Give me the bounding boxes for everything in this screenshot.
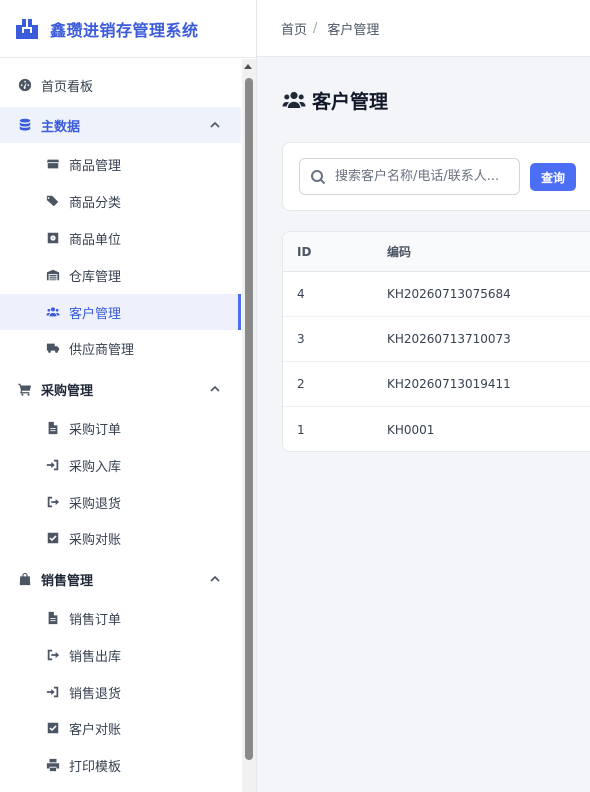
scrollbar-thumb[interactable]: [245, 78, 253, 760]
sidebar-item-units[interactable]: 商品单位: [0, 220, 241, 256]
sidebar-item-label: 采购管理: [41, 383, 94, 399]
sidebar-item-products[interactable]: 商品管理: [0, 146, 241, 182]
sidebar-item-label: 客户对账: [69, 722, 122, 738]
sidebar-item-label: 采购对账: [69, 532, 122, 548]
page-title: 客户管理: [282, 86, 388, 114]
sidebar-item-label: 商品单位: [69, 232, 122, 248]
sidebar-item-sales-orders[interactable]: 销售订单: [0, 600, 241, 636]
sidebar-group-master-data[interactable]: 主数据: [0, 107, 241, 143]
sidebar-item-label: 销售订单: [69, 612, 122, 628]
sidebar-nav: 首页看板 主数据 商品管理 商品分类 商品单位 仓库管理 客户管理 供应商管理 …: [0, 59, 241, 792]
sidebar-item-purchase-returns[interactable]: 采购退货: [0, 484, 241, 520]
check-square-icon: [45, 720, 61, 736]
breadcrumb-separator: /: [313, 20, 318, 36]
sidebar-item-label: 采购退货: [69, 496, 122, 512]
sidebar-item-label: 销售退货: [69, 686, 122, 702]
chevron-up-icon[interactable]: [209, 119, 221, 131]
app-title: 鑫瓒进销存管理系统: [50, 20, 199, 40]
sidebar: 鑫瓒进销存管理系统 首页看板 主数据 商品管理 商品分类 商品单位 仓库管理 客…: [0, 0, 257, 792]
box-icon: [45, 156, 61, 172]
sidebar-item-label: 主数据: [41, 119, 81, 135]
sidebar-item-purchase-orders[interactable]: 采购订单: [0, 410, 241, 446]
column-header-code[interactable]: 编码: [387, 232, 411, 271]
sidebar-item-categories[interactable]: 商品分类: [0, 183, 241, 219]
table-header: ID 编码: [283, 232, 590, 272]
sidebar-item-label: 销售出库: [69, 649, 122, 665]
cell-code: KH20260713019411: [387, 377, 511, 391]
sidebar-item-label: 销售管理: [41, 573, 94, 589]
brand[interactable]: 鑫瓒进销存管理系统: [0, 0, 256, 58]
cell-code: KH20260713075684: [387, 287, 511, 301]
sidebar-item-label: 打印模板: [69, 759, 122, 775]
page-title-text: 客户管理: [312, 90, 389, 113]
chevron-up-icon[interactable]: [209, 573, 221, 585]
customer-table: ID 编码 4 KH20260713075684 3 KH20260713710…: [282, 231, 590, 452]
database-icon: [17, 117, 33, 133]
sidebar-item-suppliers[interactable]: 供应商管理: [0, 330, 241, 366]
breadcrumb-current: 客户管理: [327, 22, 380, 38]
table-row[interactable]: 4 KH20260713075684: [283, 272, 590, 317]
dashboard-icon: [17, 77, 33, 93]
sidebar-item-purchase-inbound[interactable]: 采购入库: [0, 447, 241, 483]
sign-in-icon: [45, 457, 61, 473]
cell-id: 2: [297, 377, 305, 391]
sidebar-item-purchase-reconciliation[interactable]: 采购对账: [0, 520, 241, 556]
sidebar-item-label: 商品管理: [69, 158, 122, 174]
sidebar-item-label: 仓库管理: [69, 269, 122, 285]
cell-code: KH0001: [387, 422, 435, 437]
search-input[interactable]: [335, 169, 515, 184]
scale-icon: [45, 230, 61, 246]
sidebar-item-label: 首页看板: [41, 79, 94, 95]
users-icon: [282, 91, 306, 108]
sidebar-item-label: 采购入库: [69, 459, 122, 475]
print-icon: [45, 757, 61, 773]
file-icon: [45, 420, 61, 436]
cell-id: 1: [297, 422, 305, 437]
breadcrumb-home-link[interactable]: 首页: [281, 19, 307, 38]
search-card: 查询: [282, 142, 590, 211]
tags-icon: [45, 193, 61, 209]
check-square-icon: [45, 530, 61, 546]
sidebar-item-customer-reconciliation[interactable]: 客户对账: [0, 710, 241, 746]
sidebar-item-label: 采购订单: [69, 422, 122, 438]
file-icon: [45, 610, 61, 626]
query-button[interactable]: 查询: [530, 163, 576, 191]
sidebar-group-purchase[interactable]: 采购管理: [0, 371, 241, 407]
sidebar-item-label: 供应商管理: [69, 342, 135, 358]
bag-icon: [17, 571, 33, 587]
sign-out-icon: [45, 647, 61, 663]
sidebar-group-sales[interactable]: 销售管理: [0, 561, 241, 597]
sign-in-icon: [45, 684, 61, 700]
sidebar-item-label: 客户管理: [69, 306, 122, 322]
sidebar-item-customers[interactable]: 客户管理: [0, 294, 241, 330]
cell-code: KH20260713710073: [387, 332, 511, 346]
sidebar-item-label: 商品分类: [69, 195, 122, 211]
sidebar-item-sales-outbound[interactable]: 销售出库: [0, 637, 241, 673]
cell-id: 3: [297, 332, 305, 346]
warehouse-icon: [45, 267, 61, 283]
sidebar-item-warehouses[interactable]: 仓库管理: [0, 257, 241, 293]
search-icon: [311, 169, 326, 184]
users-icon: [45, 304, 61, 320]
chevron-up-icon[interactable]: [209, 383, 221, 395]
search-box[interactable]: [299, 158, 520, 195]
truck-icon: [45, 340, 61, 356]
sidebar-item-dashboard[interactable]: 首页看板: [0, 67, 241, 103]
breadcrumb: 首页 / 客户管理: [257, 0, 590, 57]
table-row[interactable]: 2 KH20260713019411: [283, 362, 590, 407]
cart-icon: [17, 381, 33, 397]
scroll-up-arrow-icon[interactable]: [244, 64, 252, 69]
app-logo-icon: [16, 18, 38, 39]
cell-id: 4: [297, 287, 305, 301]
sign-out-icon: [45, 494, 61, 510]
table-row[interactable]: 1 KH0001: [283, 407, 590, 451]
sidebar-item-print-templates[interactable]: 打印模板: [0, 747, 241, 783]
sidebar-scrollbar[interactable]: [242, 59, 256, 792]
column-header-id[interactable]: ID: [297, 232, 311, 271]
table-row[interactable]: 3 KH20260713710073: [283, 317, 590, 362]
sidebar-item-sales-returns[interactable]: 销售退货: [0, 674, 241, 710]
